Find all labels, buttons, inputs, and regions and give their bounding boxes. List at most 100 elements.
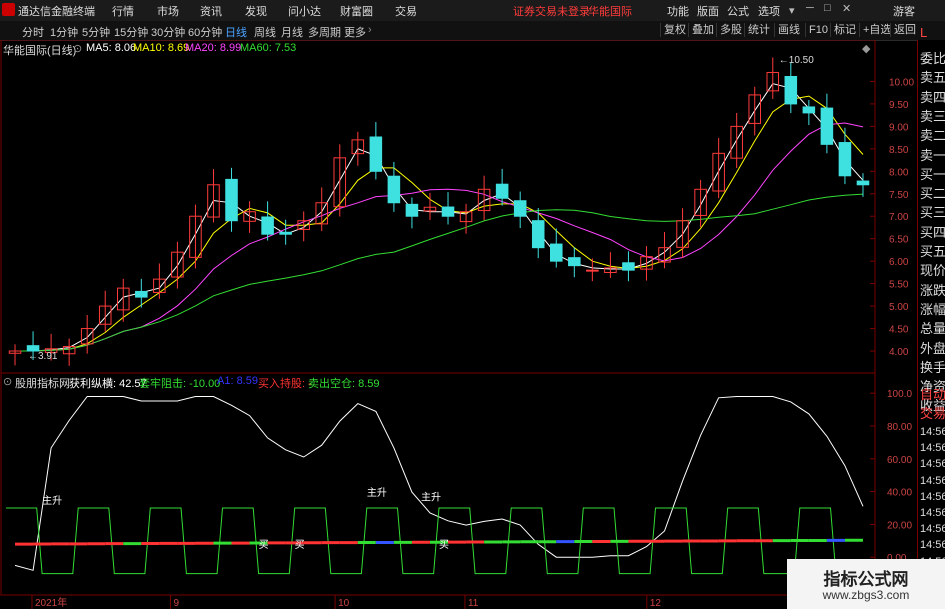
window-maximize-icon[interactable]: □ <box>824 2 831 14</box>
period-1min[interactable]: 1分钟 <box>50 24 78 40</box>
panel-time[interactable]: 14:56 <box>920 426 945 438</box>
panel-lower-item[interactable]: 自动 <box>920 384 945 403</box>
menu-hangqing[interactable]: 行情 <box>112 3 134 19</box>
menu-jiaoyi[interactable]: 交易 <box>395 3 417 19</box>
panel-item[interactable]: 买一 <box>920 164 945 183</box>
panel-time[interactable]: 14:56 <box>920 458 945 470</box>
menu-gongneng[interactable]: 功能 <box>667 3 689 19</box>
panel-time[interactable]: 14:56 <box>920 442 945 454</box>
menu-faxian[interactable]: 发现 <box>245 3 267 19</box>
menu-zixun[interactable]: 资讯 <box>200 3 222 19</box>
candle-body <box>856 180 870 186</box>
window-close-icon[interactable]: ✕ <box>842 2 851 15</box>
candle-body <box>225 178 238 222</box>
period-5min[interactable]: 5分钟 <box>82 24 110 40</box>
panel-lower-item[interactable]: 交易 <box>920 403 945 422</box>
indicator-frame <box>0 372 876 596</box>
candle-body <box>441 206 455 217</box>
panel-toggle-l[interactable]: L <box>920 25 927 40</box>
menu-banmian[interactable]: 版面 <box>697 3 719 19</box>
price-tick-label: 7.00 <box>889 212 909 223</box>
menu-xuanxiang[interactable]: 选项 <box>758 3 780 19</box>
price-tick-label: 9.50 <box>889 100 909 111</box>
btn-tongji[interactable]: 统计 <box>744 23 773 37</box>
indicator-toggle-icon[interactable]: ⊙ <box>3 375 12 388</box>
low-label: ←3.91 <box>28 351 58 362</box>
panel-item[interactable]: 买四 <box>920 222 945 241</box>
panel-time[interactable]: 14:56 <box>920 523 945 535</box>
panel-item[interactable]: 买五 <box>920 241 945 260</box>
period-30min[interactable]: 30分钟 <box>151 24 185 40</box>
panel-item[interactable]: 卖一 <box>920 145 945 164</box>
more-chevron-icon[interactable]: › <box>368 24 372 36</box>
legend-collapse-icon[interactable]: ⊙ <box>73 42 82 55</box>
panel-item[interactable]: 换手 <box>920 357 945 376</box>
period-daily-active[interactable]: 日线 <box>225 24 247 40</box>
price-tick-label: 10.00 <box>889 77 914 88</box>
panel-time[interactable]: 14:56 <box>920 475 945 487</box>
period-monthly[interactable]: 月线 <box>281 24 303 40</box>
panel-item[interactable]: 涨跌 <box>920 280 945 299</box>
candle-body <box>531 220 545 249</box>
candle-body <box>838 142 852 177</box>
price-tick-label: 5.50 <box>889 280 909 291</box>
ma-line-ma20 <box>15 122 864 352</box>
period-weekly[interactable]: 周线 <box>254 24 276 40</box>
btn-duogu[interactable]: 多股 <box>716 23 745 37</box>
indicator-lines <box>6 396 867 575</box>
window-minimize-icon[interactable]: ─ <box>806 2 814 14</box>
btn-huaxian[interactable]: 画线 <box>774 23 803 37</box>
period-more[interactable]: 更多 <box>344 24 366 40</box>
btn-fanhui[interactable]: 返回 <box>890 23 919 37</box>
btn-biaoji[interactable]: 标记 <box>830 23 859 37</box>
signal-up-label: 主升 <box>42 495 62 507</box>
panel-time[interactable]: 14:56 <box>920 507 945 519</box>
btn-diejia[interactable]: 叠加 <box>688 23 717 37</box>
menu-shichang[interactable]: 市场 <box>157 3 179 19</box>
panel-item[interactable]: 卖三 <box>920 106 945 125</box>
panel-item[interactable]: 买三 <box>920 202 945 221</box>
period-multi[interactable]: 多周期 <box>308 24 341 40</box>
kline-chart[interactable]: 10.00 9.50 9.00 8.50 8.00 7.50 7.00 6.50 6.00 5.5… <box>0 40 917 609</box>
menu-gongshi[interactable]: 公式 <box>727 3 749 19</box>
panel-item[interactable]: 总量 <box>920 318 945 337</box>
quote-side-panel: L 委比 卖五 卖四 卖三 卖二 卖一 买一 买二 买三 买四 买五 现价 涨跌 涨幅 总量 外盘 换手 净资 收益自… <box>917 25 945 609</box>
panel-item[interactable]: 卖二 <box>920 125 945 144</box>
btn-fuquan[interactable]: 复权 <box>660 23 689 37</box>
panel-item[interactable]: 涨幅 <box>920 299 945 318</box>
candle-body <box>513 200 527 217</box>
candle-body <box>820 107 834 145</box>
panel-item[interactable]: 卖四 <box>920 87 945 106</box>
panel-item[interactable]: 委比 <box>920 48 945 67</box>
candle-body <box>279 231 292 235</box>
period-60min[interactable]: 60分钟 <box>188 24 222 40</box>
price-tick-label: 6.50 <box>889 235 909 246</box>
btn-f10[interactable]: F10 <box>805 23 831 37</box>
chart-settings-icon[interactable]: ◆ <box>862 42 870 55</box>
menu-wenxiaoda[interactable]: 问小达 <box>288 3 321 19</box>
panel-item[interactable]: 买二 <box>920 183 945 202</box>
date-tick-label: 9 <box>174 598 180 609</box>
period-15min[interactable]: 15分钟 <box>114 24 148 40</box>
candle-body <box>549 243 563 262</box>
candle-body <box>802 106 816 114</box>
indicator-tick-label: 60.00 <box>887 455 912 466</box>
guest-user[interactable]: 游客 <box>893 3 915 19</box>
trade-login-notice[interactable]: 证券交易未登录 <box>513 3 590 19</box>
legend-a1: A1: 8.59 <box>217 375 258 387</box>
period-fenshi[interactable]: 分时 <box>22 24 44 40</box>
panel-time[interactable]: 14:56 <box>920 539 945 551</box>
indicator-title[interactable]: 股朋指标网 <box>15 375 70 391</box>
panel-time[interactable]: 14:56 <box>920 491 945 503</box>
price-tick-label: 7.50 <box>889 190 909 201</box>
watermark-logo: 指标公式网 www.zbgs3.com <box>787 559 945 609</box>
menu-caifuquan[interactable]: 财富圈 <box>340 3 373 19</box>
candle-body <box>586 269 599 272</box>
panel-item[interactable]: 外盘 <box>920 338 945 357</box>
main-chart-frame <box>0 40 876 374</box>
panel-item[interactable]: 卖五 <box>920 67 945 86</box>
menu-dropdown-icon[interactable]: ▾ <box>789 4 795 17</box>
price-tick-label: 8.00 <box>889 167 909 178</box>
legend-ma60: MA60: 7.53 <box>240 42 297 54</box>
panel-item[interactable]: 现价 <box>920 260 945 279</box>
